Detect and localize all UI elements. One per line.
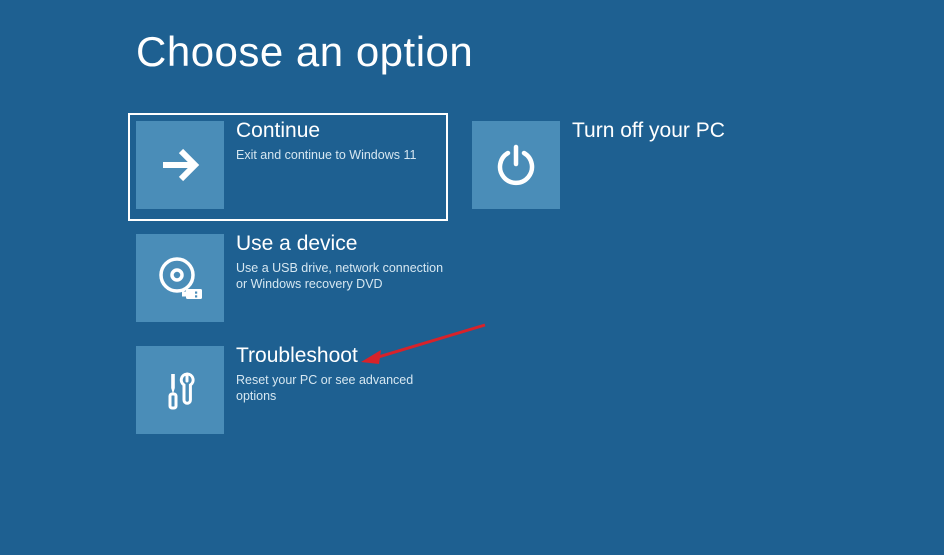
option-turn-off-pc[interactable]: Turn off your PC bbox=[472, 121, 792, 209]
option-use-a-device[interactable]: Use a device Use a USB drive, network co… bbox=[136, 234, 456, 322]
option-continue-description: Exit and continue to Windows 11 bbox=[236, 147, 416, 163]
tools-icon bbox=[136, 346, 224, 434]
option-troubleshoot-description: Reset your PC or see advanced options bbox=[236, 372, 446, 404]
arrow-right-icon bbox=[136, 121, 224, 209]
option-use-a-device-label: Use a device bbox=[236, 232, 446, 256]
option-troubleshoot-label: Troubleshoot bbox=[236, 344, 446, 368]
option-use-a-device-description: Use a USB drive, network connection or W… bbox=[236, 260, 446, 292]
disc-usb-icon bbox=[136, 234, 224, 322]
option-turn-off-pc-label: Turn off your PC bbox=[572, 119, 725, 143]
option-continue-label: Continue bbox=[236, 119, 416, 143]
page-title: Choose an option bbox=[136, 28, 473, 76]
option-continue[interactable]: Continue Exit and continue to Windows 11 bbox=[128, 113, 448, 221]
power-icon bbox=[472, 121, 560, 209]
option-troubleshoot[interactable]: Troubleshoot Reset your PC or see advanc… bbox=[136, 346, 456, 434]
winre-choose-option-screen: Choose an option Continue Exit and conti… bbox=[0, 0, 944, 555]
